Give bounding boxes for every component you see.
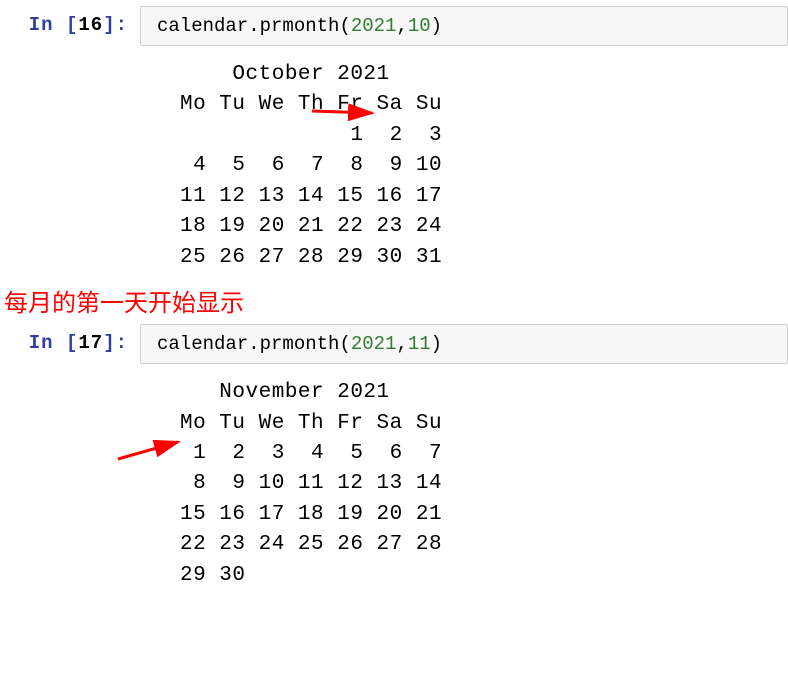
code-object: calendar bbox=[157, 333, 248, 355]
output-cell: November 2021 Mo Tu We Th Fr Sa Su 1 2 3… bbox=[0, 364, 788, 595]
code-cell-input[interactable]: calendar.prmonth(2021,11) bbox=[140, 324, 788, 364]
code-method: .prmonth bbox=[248, 15, 339, 37]
calendar-title: November 2021 bbox=[180, 378, 788, 408]
calendar-row: 1 2 3 bbox=[180, 121, 788, 151]
prompt-suffix: ]: bbox=[103, 14, 128, 36]
calendar-row: 11 12 13 14 15 16 17 bbox=[180, 182, 788, 212]
calendar-row: 1 2 3 4 5 6 7 bbox=[180, 439, 788, 469]
calendar-row: 15 16 17 18 19 20 21 bbox=[180, 500, 788, 530]
calendar-row: 18 19 20 21 22 23 24 bbox=[180, 212, 788, 242]
code-arg1: 2021 bbox=[351, 333, 397, 355]
close-paren: ) bbox=[431, 15, 442, 37]
input-prompt: In [17]: bbox=[0, 324, 140, 354]
prompt-suffix: ]: bbox=[103, 332, 128, 354]
code-cell-input[interactable]: calendar.prmonth(2021,10) bbox=[140, 6, 788, 46]
open-paren: ( bbox=[339, 333, 350, 355]
prompt-number: 17 bbox=[78, 332, 103, 354]
comma: , bbox=[396, 333, 407, 355]
code-arg2: 10 bbox=[408, 15, 431, 37]
input-cell: In [16]: calendar.prmonth(2021,10) bbox=[0, 6, 788, 46]
code-object: calendar bbox=[157, 15, 248, 37]
calendar-header: Mo Tu We Th Fr Sa Su bbox=[180, 409, 788, 439]
prompt-prefix: In [ bbox=[29, 332, 79, 354]
calendar-row: 8 9 10 11 12 13 14 bbox=[180, 469, 788, 499]
calendar-title: October 2021 bbox=[180, 60, 788, 90]
calendar-header: Mo Tu We Th Fr Sa Su bbox=[180, 90, 788, 120]
annotation-text: 每月的第一天开始显示 bbox=[0, 283, 788, 318]
comma: , bbox=[396, 15, 407, 37]
open-paren: ( bbox=[339, 15, 350, 37]
calendar-row: 4 5 6 7 8 9 10 bbox=[180, 151, 788, 181]
input-cell: In [17]: calendar.prmonth(2021,11) bbox=[0, 324, 788, 364]
code-arg2: 11 bbox=[408, 333, 431, 355]
code-method: .prmonth bbox=[248, 333, 339, 355]
input-prompt: In [16]: bbox=[0, 6, 140, 36]
calendar-row: 25 26 27 28 29 30 31 bbox=[180, 243, 788, 273]
close-paren: ) bbox=[431, 333, 442, 355]
prompt-number: 16 bbox=[78, 14, 103, 36]
output-cell: October 2021 Mo Tu We Th Fr Sa Su 1 2 3 … bbox=[0, 46, 788, 277]
prompt-prefix: In [ bbox=[29, 14, 79, 36]
code-arg1: 2021 bbox=[351, 15, 397, 37]
calendar-row: 29 30 bbox=[180, 561, 788, 591]
calendar-row: 22 23 24 25 26 27 28 bbox=[180, 530, 788, 560]
